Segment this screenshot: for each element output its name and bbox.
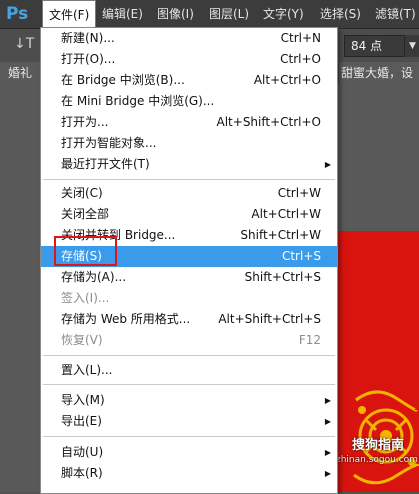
submenu-arrow-icon: ▶ (324, 417, 331, 426)
submenu-arrow-icon: ▶ (324, 396, 331, 405)
photoshop-logo: Ps (6, 4, 29, 24)
menu-type[interactable]: 文字(Y) (257, 0, 310, 28)
menu-item-label: 打开为... (61, 115, 109, 129)
menu-image[interactable]: 图像(I) (151, 0, 200, 28)
menu-item-shortcut: Alt+Shift+Ctrl+S (218, 312, 321, 326)
menu-item-open-as[interactable]: 打开为... Alt+Shift+Ctrl+O (41, 112, 337, 133)
menu-item-label: 导入(M) (61, 393, 105, 407)
menu-item-shortcut: Ctrl+W (277, 186, 321, 200)
menu-item-close-all[interactable]: 关闭全部 Alt+Ctrl+W (41, 204, 337, 225)
menu-item-label: 存储为(A)... (61, 270, 127, 284)
menu-item-browse-mini-bridge[interactable]: 在 Mini Bridge 中浏览(G)... (41, 91, 337, 112)
menu-item-shortcut: Shift+Ctrl+S (244, 270, 321, 284)
menu-item-label: 最近打开文件(T) (61, 157, 150, 171)
menu-item-import[interactable]: 导入(M) ▶ (41, 390, 337, 411)
menu-item-save-for-web[interactable]: 存储为 Web 所用格式... Alt+Shift+Ctrl+S (41, 309, 337, 330)
menu-item-label: 在 Bridge 中浏览(B)... (61, 73, 185, 87)
menu-item-shortcut: Ctrl+N (280, 31, 321, 45)
menu-item-label: 置入(L)... (61, 363, 113, 377)
menu-separator (43, 384, 335, 385)
menu-edit[interactable]: 编辑(E) (96, 0, 149, 28)
menu-item-label: 打开为智能对象... (61, 136, 157, 150)
menu-item-open[interactable]: 打开(O)... Ctrl+O (41, 49, 337, 70)
menu-item-shortcut: Ctrl+S (281, 249, 321, 263)
menu-item-shortcut: Ctrl+O (280, 52, 321, 66)
menu-item-scripts[interactable]: 脚本(R) ▶ (41, 463, 337, 484)
annotation-highlight-box (54, 236, 117, 266)
text-tool-icon[interactable]: ↓T (14, 36, 34, 54)
menu-separator (43, 179, 335, 180)
menu-item-shortcut: Alt+Shift+Ctrl+O (216, 115, 321, 129)
menu-item-label: 签入(I)... (61, 291, 110, 305)
submenu-arrow-icon: ▶ (324, 448, 331, 457)
menu-item-label: 新建(N)... (61, 31, 115, 45)
menu-item-label: 打开(O)... (61, 52, 116, 66)
menu-item-browse-bridge[interactable]: 在 Bridge 中浏览(B)... Alt+Ctrl+O (41, 70, 337, 91)
file-menu-dropdown: 新建(N)... Ctrl+N 打开(O)... Ctrl+O 在 Bridge… (40, 27, 338, 494)
menu-item-label: 导出(E) (61, 414, 102, 428)
menu-item-revert: 恢复(V) F12 (41, 330, 337, 351)
watermark-text: 搜狗指南 (352, 438, 405, 453)
menu-item-open-recent[interactable]: 最近打开文件(T) ▶ (41, 154, 337, 175)
document-tab-secondary[interactable]: 甜蜜大婚，设 (339, 62, 419, 84)
menu-item-label: 恢复(V) (61, 333, 103, 347)
menu-filter[interactable]: 滤镜(T) (369, 0, 419, 28)
menu-bar: Ps 文件(F) 编辑(E) 图像(I) 图层(L) 文字(Y) 选择(S) 滤… (0, 0, 419, 29)
menu-item-check-in: 签入(I)... (41, 288, 337, 309)
menu-item-shortcut: Alt+Ctrl+O (253, 73, 321, 87)
menu-item-label: 存储为 Web 所用格式... (61, 312, 191, 326)
menu-separator (43, 436, 335, 437)
font-size-field[interactable]: 84 点 (344, 35, 412, 57)
menu-separator (43, 355, 335, 356)
menu-item-shortcut: Alt+Ctrl+W (251, 207, 321, 221)
menu-item-open-smart-object[interactable]: 打开为智能对象... (41, 133, 337, 154)
menu-item-close[interactable]: 关闭(C) Ctrl+W (41, 183, 337, 204)
watermark-url: zhinan.sogou.com (336, 455, 418, 465)
menu-file[interactable]: 文件(F) (42, 0, 97, 29)
menu-layer[interactable]: 图层(L) (203, 0, 255, 28)
menu-select[interactable]: 选择(S) (314, 0, 367, 28)
menu-item-shortcut: F12 (298, 333, 321, 347)
menu-item-automate[interactable]: 自动(U) ▶ (41, 442, 337, 463)
menu-item-label: 关闭(C) (61, 186, 103, 200)
menu-item-label: 关闭全部 (61, 207, 110, 221)
menu-item-new[interactable]: 新建(N)... Ctrl+N (41, 28, 337, 49)
menu-item-label: 脚本(R) (61, 466, 103, 480)
submenu-arrow-icon: ▶ (324, 160, 331, 169)
menu-item-place[interactable]: 置入(L)... (41, 360, 337, 381)
menu-item-label: 自动(U) (61, 445, 104, 459)
menu-item-shortcut: Shift+Ctrl+W (240, 228, 321, 242)
submenu-arrow-icon: ▶ (324, 469, 331, 478)
menu-item-save-as[interactable]: 存储为(A)... Shift+Ctrl+S (41, 267, 337, 288)
chevron-down-icon[interactable]: ▼ (404, 35, 419, 57)
menu-item-label: 在 Mini Bridge 中浏览(G)... (61, 94, 215, 108)
menu-item-export[interactable]: 导出(E) ▶ (41, 411, 337, 432)
